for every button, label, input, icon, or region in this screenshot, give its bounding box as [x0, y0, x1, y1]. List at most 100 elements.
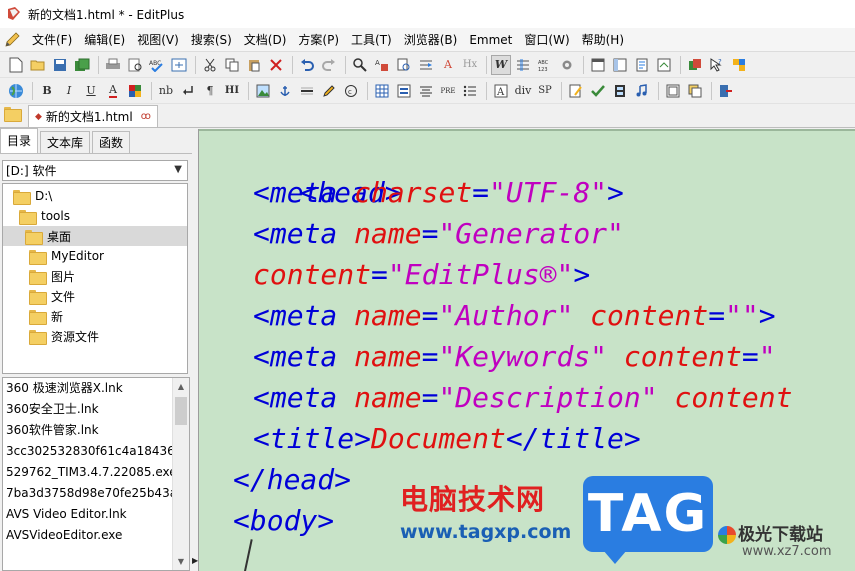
folder-icon[interactable] [4, 107, 22, 123]
find-icon[interactable] [350, 55, 370, 75]
undo-icon[interactable] [297, 55, 317, 75]
film-icon[interactable] [610, 81, 630, 101]
list-item[interactable]: AVSVideoEditor.exe [3, 525, 173, 546]
tab-functions[interactable]: 函数 [92, 131, 131, 153]
menu-file[interactable]: 文件(F) [26, 30, 78, 50]
table-icon[interactable] [372, 81, 392, 101]
user-tool-1-icon[interactable] [685, 55, 705, 75]
drive-select[interactable]: [D:] 软件 ▼ [2, 160, 188, 181]
tree-item-myeditor[interactable]: MyEditor [29, 246, 104, 266]
scroll-down-icon[interactable]: ▼ [173, 553, 189, 570]
bold-button[interactable]: B [37, 81, 57, 101]
tree-item-files[interactable]: 文件 [29, 286, 75, 306]
menu-browser[interactable]: 浏览器(B) [398, 30, 464, 50]
close-tab-icon[interactable]: ꝏ [141, 111, 151, 122]
form-icon[interactable] [394, 81, 414, 101]
menu-view[interactable]: 视图(V) [131, 30, 185, 50]
copy-icon[interactable] [222, 55, 242, 75]
menu-edit[interactable]: 编辑(E) [78, 30, 131, 50]
scroll-up-icon[interactable]: ▲ [173, 378, 189, 395]
go-to-line-icon[interactable] [416, 55, 436, 75]
ruler-icon[interactable]: ABC 123 [535, 55, 555, 75]
column-select-icon[interactable] [513, 55, 533, 75]
open-folder-icon[interactable] [28, 55, 48, 75]
list-item[interactable]: 3cc302532830f61c4a1843616 [3, 441, 173, 462]
frame-icon[interactable] [663, 81, 683, 101]
list-item[interactable]: 529762_TIM3.4.7.22085.exe [3, 462, 173, 483]
print-icon[interactable] [103, 55, 123, 75]
list-item[interactable]: 360安全卫士.lnk [3, 399, 173, 420]
print-preview-icon[interactable] [125, 55, 145, 75]
tree-item-resources[interactable]: 资源文件 [29, 326, 99, 346]
menu-project[interactable]: 方案(P) [292, 30, 345, 50]
replace-icon[interactable]: A [372, 55, 392, 75]
heading-button[interactable]: HI [222, 81, 242, 101]
paste-icon[interactable] [244, 55, 264, 75]
preformatted-button[interactable]: PRE [438, 81, 458, 101]
save-all-icon[interactable] [72, 55, 92, 75]
browser-preview-icon[interactable] [169, 55, 189, 75]
exit-icon[interactable] [716, 81, 736, 101]
font-size-up-icon[interactable]: A [438, 55, 458, 75]
delete-icon[interactable] [266, 55, 286, 75]
list-item[interactable]: 360 极速浏览器X.lnk [3, 378, 173, 399]
list-item[interactable]: 360软件管家.lnk [3, 420, 173, 441]
color-palette-icon[interactable] [125, 81, 145, 101]
tree-item-d-root[interactable]: D:\ [13, 186, 52, 206]
list-icon[interactable] [460, 81, 480, 101]
directory-window-icon[interactable] [610, 55, 630, 75]
spell-check-icon[interactable]: ABC [147, 55, 167, 75]
menu-help[interactable]: 帮助(H) [576, 30, 630, 50]
music-note-icon[interactable] [632, 81, 652, 101]
tree-item-pictures[interactable]: 图片 [29, 266, 75, 286]
web-browser-icon[interactable] [6, 81, 26, 101]
scrollbar-thumb[interactable] [175, 397, 187, 425]
comment-icon[interactable]: c [341, 81, 361, 101]
italic-button[interactable]: I [59, 81, 79, 101]
horizontal-rule-icon[interactable] [297, 81, 317, 101]
tab-cliptext[interactable]: 文本库 [40, 131, 91, 153]
list-item[interactable]: 7ba3d3758d98e70fe25b43a0 [3, 483, 173, 504]
image-icon[interactable] [253, 81, 273, 101]
tree-item-tools[interactable]: tools [19, 206, 70, 226]
document-tab[interactable]: ◆ 新的文档1.html ꝏ [28, 105, 158, 127]
menu-search[interactable]: 搜索(S) [185, 30, 238, 50]
output-window-icon[interactable] [654, 55, 674, 75]
edit-pen-icon[interactable] [566, 81, 586, 101]
full-screen-icon[interactable] [588, 55, 608, 75]
font-tag-icon[interactable]: A [491, 81, 511, 101]
underline-button[interactable]: U [81, 81, 101, 101]
align-icon[interactable] [416, 81, 436, 101]
anchor-icon[interactable] [275, 81, 295, 101]
save-icon[interactable] [50, 55, 70, 75]
menu-document[interactable]: 文档(D) [238, 30, 293, 50]
find-in-files-icon[interactable] [394, 55, 414, 75]
plugin-icon[interactable] [729, 55, 749, 75]
menu-tools[interactable]: 工具(T) [345, 30, 398, 50]
nbsp-button[interactable]: nb [156, 81, 176, 101]
line-break-icon[interactable] [178, 81, 198, 101]
help-cursor-icon[interactable]: ? [707, 55, 727, 75]
cut-icon[interactable] [200, 55, 220, 75]
highlight-pen-icon[interactable] [319, 81, 339, 101]
span-button[interactable]: SP [535, 81, 555, 101]
tree-item-desktop[interactable]: 桌面 [3, 226, 187, 246]
list-item[interactable]: AVS Video Editor.lnk [3, 504, 173, 525]
validate-check-icon[interactable] [588, 81, 608, 101]
paragraph-button[interactable]: ¶ [200, 81, 220, 101]
menu-window[interactable]: 窗口(W) [518, 30, 575, 50]
font-size-down-icon[interactable]: Hx [460, 55, 480, 75]
layer-icon[interactable] [685, 81, 705, 101]
code-string: "Keywords" [438, 340, 608, 373]
new-file-icon[interactable] [6, 55, 26, 75]
div-button[interactable]: div [513, 81, 533, 101]
cliptext-window-icon[interactable] [632, 55, 652, 75]
settings-gear-icon[interactable] [557, 55, 577, 75]
word-wrap-icon[interactable]: W [491, 54, 511, 75]
tree-item-new[interactable]: 新 [29, 306, 63, 326]
menu-emmet[interactable]: Emmet [463, 30, 518, 50]
file-list-scrollbar[interactable]: ▲ ▼ [172, 378, 189, 570]
redo-icon[interactable] [319, 55, 339, 75]
tab-directory[interactable]: 目录 [0, 128, 39, 153]
font-button[interactable]: A [103, 81, 123, 101]
